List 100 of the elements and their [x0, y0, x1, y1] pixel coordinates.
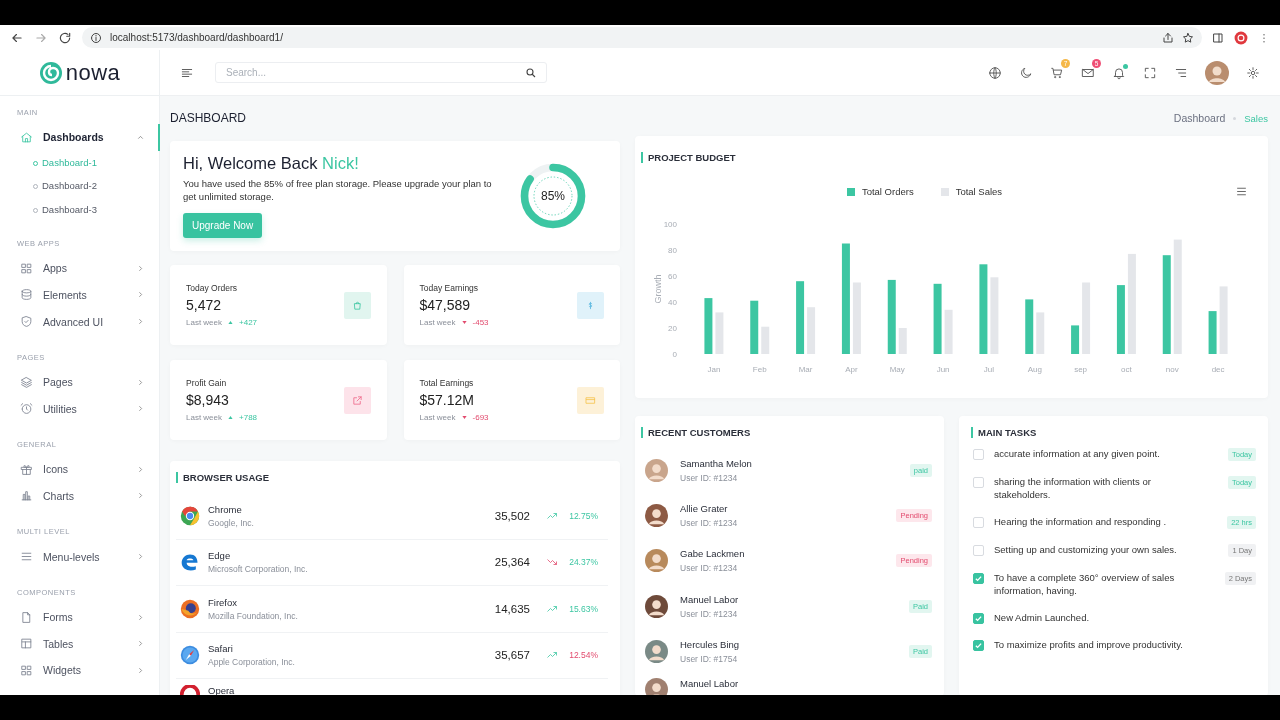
x-tick-label: Jun: [936, 365, 950, 374]
card-title: PROJECT BUDGET: [641, 152, 1262, 163]
card-title: MAIN TASKS: [971, 427, 1256, 438]
chevron-right-icon: [136, 639, 145, 649]
reload-icon[interactable]: [58, 30, 72, 45]
x-tick-label: Feb: [752, 365, 767, 374]
x-tick-label: Jan: [707, 365, 721, 374]
bar: [750, 300, 759, 354]
submenu-item[interactable]: Dashboard-2: [0, 174, 159, 198]
chevron-right-icon: [136, 491, 145, 501]
checkbox[interactable]: [973, 477, 984, 488]
menu-icon[interactable]: [1235, 185, 1248, 198]
database-icon: [20, 288, 33, 302]
stat-title: Total Earnings: [419, 378, 475, 388]
checkbox[interactable]: [973, 640, 984, 651]
nav-item[interactable]: Icons: [0, 456, 159, 483]
info-icon[interactable]: [90, 31, 102, 44]
chrome-logo-icon: [180, 505, 200, 526]
nav-item[interactable]: Advanced UI: [0, 308, 159, 335]
submenu-item[interactable]: Dashboard-3: [0, 197, 159, 222]
profile-icon[interactable]: [1234, 30, 1248, 45]
nav-item[interactable]: Tables: [0, 630, 159, 658]
bar: [1036, 312, 1045, 354]
nav-item[interactable]: Elements: [0, 281, 159, 309]
firefox-logo-icon: [180, 598, 200, 619]
nav-item[interactable]: Pages: [0, 368, 159, 396]
settings-icon[interactable]: [1246, 65, 1260, 80]
user-id: User ID: #1234: [680, 518, 739, 529]
address-bar[interactable]: localhost:5173/dashboard/dashboard1/: [82, 27, 1202, 48]
stat-value: $47,589: [419, 297, 472, 313]
card-title: RECENT CUSTOMERS: [641, 427, 932, 438]
y-axis-title: Growth: [653, 274, 663, 304]
share-icon[interactable]: [1162, 31, 1174, 44]
search-field[interactable]: Search...: [215, 62, 547, 83]
bar-chart-icon: [20, 489, 33, 503]
nav-item[interactable]: Utilities: [0, 395, 159, 423]
chevron-right-icon: [136, 404, 145, 414]
stat-value: 5,472: [186, 297, 223, 313]
bell-icon[interactable]: [1112, 65, 1126, 80]
checkbox[interactable]: [973, 517, 984, 528]
customer-name: Hercules Bing: [680, 638, 741, 650]
company-name: Microsoft Corporation, Inc.: [208, 564, 309, 575]
nav-item[interactable]: Menu-levels: [0, 543, 159, 570]
breadcrumb-link[interactable]: Dashboard: [1173, 112, 1226, 124]
fullscreen-icon[interactable]: [1143, 65, 1157, 80]
x-tick-label: Mar: [798, 365, 813, 374]
browser-name: Safari: [208, 643, 234, 655]
avatar: [645, 677, 668, 695]
stat-change: +788: [239, 413, 258, 422]
nav-item[interactable]: Forms: [0, 603, 159, 631]
nav-item[interactable]: Widgets: [0, 657, 159, 684]
chevron-right-icon: [136, 317, 145, 327]
stat-change: -453: [472, 318, 489, 327]
bar: [807, 307, 816, 354]
logo-text: nowa: [65, 59, 121, 86]
bar: [933, 283, 942, 354]
x-tick-label: May: [889, 365, 905, 374]
search-icon[interactable]: [525, 66, 537, 79]
legend-label[interactable]: Total Sales: [955, 186, 1003, 197]
avatar[interactable]: [1205, 60, 1229, 85]
stat-value: $57.12M: [419, 392, 475, 408]
task-text: To have a complete 360° overview of sales information, having.: [994, 571, 1176, 597]
globe-icon[interactable]: [988, 65, 1002, 80]
cart-icon[interactable]: [1050, 65, 1064, 80]
nav-item[interactable]: Charts: [0, 482, 159, 510]
nav-item[interactable]: Apps: [0, 255, 159, 282]
chevron-right-icon: [136, 612, 145, 622]
change-percent: 15.63%: [568, 603, 598, 614]
checkbox[interactable]: [973, 613, 984, 624]
stat-title: Profit Gain: [186, 378, 228, 388]
star-icon[interactable]: [1182, 31, 1194, 44]
stat-title: Today Earnings: [419, 283, 480, 293]
company-name: Apple Corporation, Inc.: [208, 657, 296, 668]
task-text: To maximize profits and improve productivity.: [994, 638, 1184, 651]
nav-item[interactable]: Dashboards: [0, 124, 159, 151]
stat-period: Last week: [419, 413, 456, 422]
compass-logo-icon: [180, 645, 200, 666]
stat-change: +427: [239, 318, 258, 327]
checkbox[interactable]: [973, 449, 984, 460]
customer-name: Samantha Melon: [680, 458, 753, 470]
customer-name: Manuel Labor: [680, 677, 740, 689]
checkbox[interactable]: [973, 545, 984, 556]
file-icon: [20, 610, 33, 624]
legend-label[interactable]: Total Orders: [861, 186, 914, 197]
change-percent: 12.75%: [568, 510, 598, 521]
side-panel-icon[interactable]: [1212, 31, 1224, 44]
bar: [1082, 282, 1091, 354]
bar: [898, 328, 907, 354]
moon-icon[interactable]: [1019, 65, 1033, 80]
avatar: [645, 549, 668, 573]
chevron-right-icon: [136, 665, 145, 675]
customer-name: Gabe Lackmen: [680, 548, 746, 560]
chevron-right-icon: [136, 377, 145, 387]
bar: [1219, 286, 1228, 354]
y-tick-label: 20: [668, 324, 677, 333]
stat-value: $8,943: [186, 392, 230, 408]
task-text: accurate information at any given point.: [994, 447, 1161, 460]
y-tick-label: 40: [668, 298, 677, 307]
status-dot: [1123, 63, 1128, 69]
checkbox[interactable]: [973, 573, 984, 584]
